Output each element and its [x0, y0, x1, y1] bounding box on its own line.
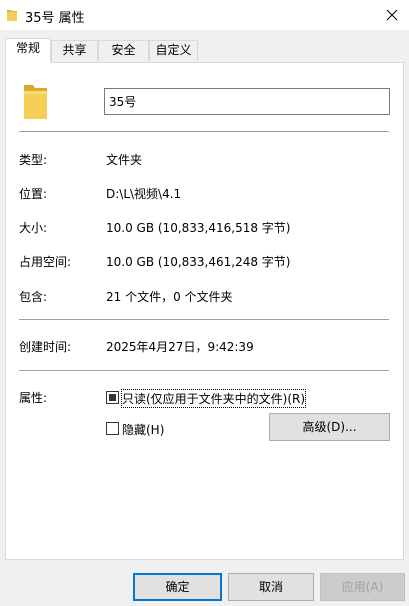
folder-icon: [24, 85, 47, 119]
close-icon: [386, 9, 398, 21]
tab-security[interactable]: 安全: [98, 40, 149, 61]
readonly-label: 只读(仅应用于文件夹中的文件)(R): [120, 389, 307, 408]
apply-button[interactable]: 应用(A): [320, 573, 405, 601]
folder-icon: [7, 10, 17, 21]
created-label: 创建时间:: [19, 340, 72, 354]
advanced-button[interactable]: 高级(D)...: [269, 413, 390, 441]
size-on-disk-value: 10.0 GB (10,833,461,248 字节): [106, 255, 291, 269]
location-value: D:\L\视频\4.1: [106, 187, 182, 201]
readonly-checkbox[interactable]: 只读(仅应用于文件夹中的文件)(R): [106, 389, 307, 408]
size-on-disk-label: 占用空间:: [19, 255, 72, 269]
attributes-label: 属性:: [19, 391, 48, 405]
divider: [19, 319, 389, 320]
window-title: 35号 属性: [25, 11, 85, 26]
type-label: 类型:: [19, 153, 48, 167]
type-value: 文件夹: [106, 153, 143, 167]
location-label: 位置:: [19, 187, 48, 201]
folder-name-input[interactable]: [104, 88, 390, 115]
hidden-label: 隐藏(H): [122, 423, 165, 437]
title-bar: 35号 属性: [0, 0, 409, 30]
ok-button[interactable]: 确定: [133, 573, 222, 601]
created-value: 2025年4月27日，9:42:39: [106, 340, 254, 354]
general-panel: [5, 62, 404, 560]
size-label: 大小:: [19, 221, 48, 235]
tab-general[interactable]: 常规: [5, 38, 51, 63]
checkbox-unchecked-icon: [106, 422, 119, 435]
tab-sharing[interactable]: 共享: [51, 40, 98, 61]
cancel-button[interactable]: 取消: [228, 573, 314, 601]
divider: [19, 370, 389, 371]
contains-value: 21 个文件，0 个文件夹: [106, 290, 233, 304]
hidden-checkbox[interactable]: 隐藏(H): [106, 421, 186, 437]
tab-customize[interactable]: 自定义: [149, 40, 198, 61]
close-button[interactable]: [375, 0, 409, 30]
size-value: 10.0 GB (10,833,416,518 字节): [106, 221, 291, 235]
contains-label: 包含:: [19, 290, 48, 304]
divider: [19, 131, 389, 132]
checkbox-indeterminate-icon: [106, 391, 119, 404]
